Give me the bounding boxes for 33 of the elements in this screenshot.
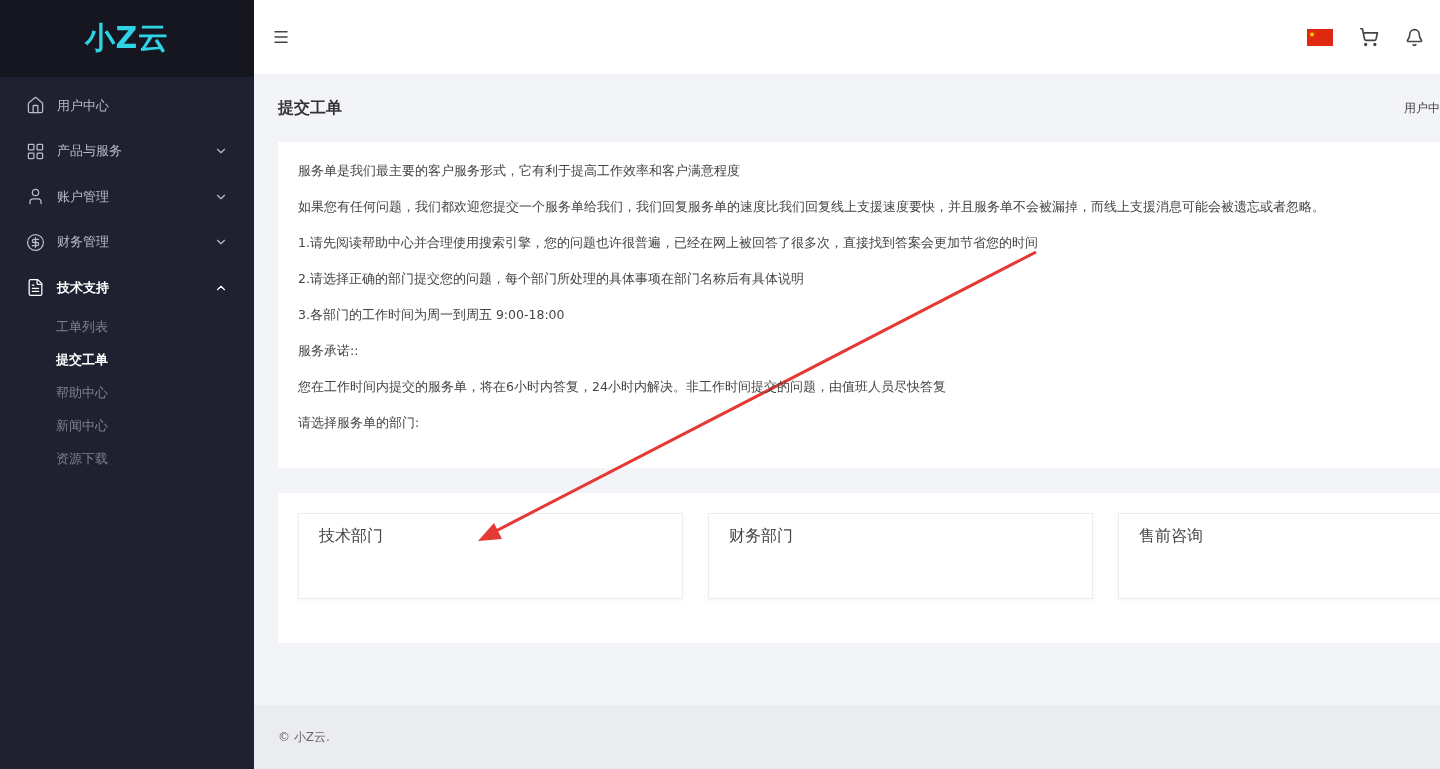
sidebar-item[interactable]: 产品与服务 [0,128,254,174]
department-card[interactable]: 技术部门 [298,513,683,599]
copyright-text: © 小Z云. [278,728,330,746]
flag-icon[interactable] [1307,28,1333,46]
logo: 小Z云 [84,19,170,57]
sidebar-subitem[interactable]: 资源下载 [0,442,254,476]
department-card[interactable]: 售前咨询 [1118,513,1440,599]
sidebar-item[interactable]: 技术支持 [0,265,254,311]
sidebar-item[interactable]: 用户中心 [0,83,254,129]
info-paragraph: 2.请选择正确的部门提交您的问题，每个部门所处理的具体事项在部门名称后有具体说明 [298,270,805,288]
grid-icon [26,141,45,161]
sidebar-subitem[interactable]: 提交工单 [0,343,254,377]
user-icon [26,187,45,207]
info-paragraph: 1.请先阅读帮助中心并合理使用搜索引擎，您的问题也许很普遍，已经在网上被回答了很多次，直接找到答案会更加节省您的时间 [298,234,1039,252]
sidebar-subitem[interactable]: 工单列表 [0,310,254,344]
document-icon [26,278,45,298]
info-paragraph: 请选择服务单的部门: [298,414,421,432]
cart-icon[interactable] [1359,27,1379,47]
info-paragraph: 服务单是我们最主要的客户服务形式，它有利于提高工作效率和客户满意程度 [298,162,741,180]
info-paragraph: 3.各部门的工作时间为周一到周五 9:00-18:00 [298,306,566,324]
info-paragraph: 如果您有任何问题，我们都欢迎您提交一个服务单给我们，我们回复服务单的速度比我们回复线上支援速度要快，并且服务单不会被漏掉，而线上支援消息可能会被遗忘或者忽略。 [298,198,1326,216]
sidebar-item[interactable]: 账户管理 [0,174,254,220]
breadcrumb[interactable]: 用户中 [1404,99,1440,117]
bell-icon[interactable] [1405,27,1424,47]
info-paragraph: 服务承诺:: [298,342,360,360]
page-title: 提交工单 [278,97,342,119]
sidebar-subitem[interactable]: 帮助中心 [0,376,254,410]
menu-icon[interactable] [272,28,290,46]
sidebar-subitem[interactable]: 新闻中心 [0,409,254,443]
house-icon [26,96,45,116]
department-card[interactable]: 财务部门 [708,513,1093,599]
dollar-icon [26,232,45,252]
sidebar-item[interactable]: 财务管理 [0,219,254,265]
